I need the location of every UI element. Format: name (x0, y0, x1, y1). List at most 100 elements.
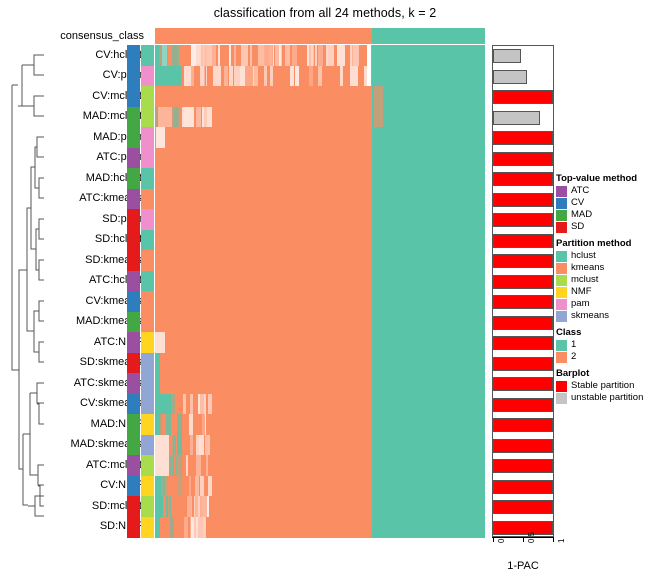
annotation-cell-top-value (127, 475, 140, 497)
heatmap-segment (264, 65, 268, 87)
annotation-cell-partition (141, 188, 154, 210)
barplot-bar (493, 520, 553, 535)
heatmap-segment (318, 45, 324, 67)
heatmap-row (155, 209, 485, 231)
legend-swatch-icon (556, 209, 567, 221)
annotation-cell-partition (141, 168, 154, 190)
heatmap-segment (155, 475, 161, 497)
heatmap-segment (233, 45, 237, 67)
legend-item[interactable]: pam (556, 298, 648, 310)
annotation-cell-partition (141, 516, 154, 538)
heatmap-row (155, 496, 485, 518)
heatmap-segment (155, 496, 163, 518)
legend-item[interactable]: kmeans (556, 262, 648, 274)
heatmap-segment (245, 65, 253, 87)
barplot-bar (493, 459, 553, 474)
heatmap-segment (177, 434, 183, 456)
heatmap-segment (162, 45, 167, 67)
heatmap-segment (336, 45, 345, 67)
legend-item-label: 1 (571, 339, 577, 350)
legend-item[interactable]: NMF (556, 286, 648, 298)
heatmap-segment (184, 65, 192, 87)
consensus-class-bar (155, 28, 485, 44)
heatmap-row (155, 414, 485, 436)
barplot-bar (493, 172, 553, 187)
consensus-segment-class-1 (372, 28, 485, 44)
heatmap-segment (201, 414, 205, 436)
heatmap-segment (269, 65, 274, 87)
barplot-bar (493, 315, 553, 330)
heatmap-segment (349, 45, 353, 67)
heatmap-row (155, 352, 485, 374)
barplot-bar (493, 69, 528, 84)
legend-item[interactable]: Stable partition (556, 380, 648, 392)
heatmap-segment (155, 414, 373, 436)
annotation-cell-partition (141, 106, 154, 128)
legend-item[interactable]: unstable partition (556, 392, 648, 404)
heatmap-segment (155, 250, 373, 272)
legend-item-label: SD (571, 221, 585, 232)
heatmap-segment (207, 106, 212, 128)
heatmap-segment (167, 496, 170, 518)
heatmap-segment (155, 147, 373, 169)
heatmap-segment (155, 352, 160, 374)
heatmap-body (155, 45, 485, 538)
heatmap-segment (164, 475, 169, 497)
annotation-cell-top-value (127, 311, 140, 333)
heatmap-segment (372, 455, 485, 477)
heatmap-segment (372, 373, 485, 395)
legend-item-label: skmeans (571, 310, 610, 321)
barplot-bar (493, 377, 553, 392)
legend-group: Barplot Stable partition unstable partitio… (556, 368, 648, 404)
legend-item[interactable]: mclust (556, 274, 648, 286)
annotation-cell-top-value (127, 86, 140, 108)
barplot-bar (493, 213, 553, 228)
heatmap-segment (241, 45, 248, 67)
heatmap-segment (200, 65, 204, 87)
legend-item[interactable]: CV (556, 197, 648, 209)
legend-item[interactable]: skmeans (556, 310, 648, 322)
legend-item[interactable]: ATC (556, 185, 648, 197)
heatmap-segment (367, 65, 372, 87)
legend-group: Top-value method ATC CV MAD SD (556, 173, 648, 233)
heatmap-row (155, 229, 485, 251)
legend-item-label: MAD (571, 209, 593, 220)
annotation-cell-top-value (127, 250, 140, 272)
legend-group: Partition method hclust kmeans mclust NMF pam… (556, 238, 648, 322)
axis-tick-label: 0 (497, 538, 506, 543)
heatmap-segment (208, 393, 213, 415)
consensus-class-label: consensus_class (60, 30, 144, 42)
annotation-cell-top-value (127, 332, 140, 354)
legend-swatch-icon (556, 351, 567, 363)
barplot-bar (493, 438, 553, 453)
legend-item[interactable]: MAD (556, 209, 648, 221)
annotation-cell-top-value (127, 127, 140, 149)
heatmap-segment (372, 168, 485, 190)
heatmap-segment (189, 475, 192, 497)
legend-item[interactable]: SD (556, 221, 648, 233)
heatmap-row (155, 188, 485, 210)
heatmap-row (155, 106, 485, 128)
barplot-axis: 0 0.5 1 (492, 532, 566, 547)
heatmap-segment (372, 516, 485, 538)
heatmap-segment (202, 106, 205, 128)
legend-item[interactable]: hclust (556, 250, 648, 262)
annotation-cell-top-value (127, 209, 140, 231)
heatmap-segment (372, 496, 485, 518)
annotation-cell-top-value (127, 106, 140, 128)
annotation-cell-partition (141, 352, 154, 374)
legend-swatch-icon (556, 286, 567, 298)
heatmap-segment (177, 414, 183, 436)
annotation-cell-top-value (127, 45, 140, 67)
heatmap-segment (155, 352, 373, 374)
legend-item[interactable]: 1 (556, 339, 648, 351)
heatmap-segment (155, 393, 373, 415)
barplot-bar (493, 295, 553, 310)
axis-tick-label: 1 (557, 538, 566, 543)
heatmap-segment (155, 516, 160, 538)
legend-item[interactable]: 2 (556, 351, 648, 363)
heatmap-segment (172, 45, 180, 67)
row-dendrogram (4, 45, 48, 537)
heatmap-row (155, 332, 485, 354)
heatmap-segment (229, 45, 232, 67)
